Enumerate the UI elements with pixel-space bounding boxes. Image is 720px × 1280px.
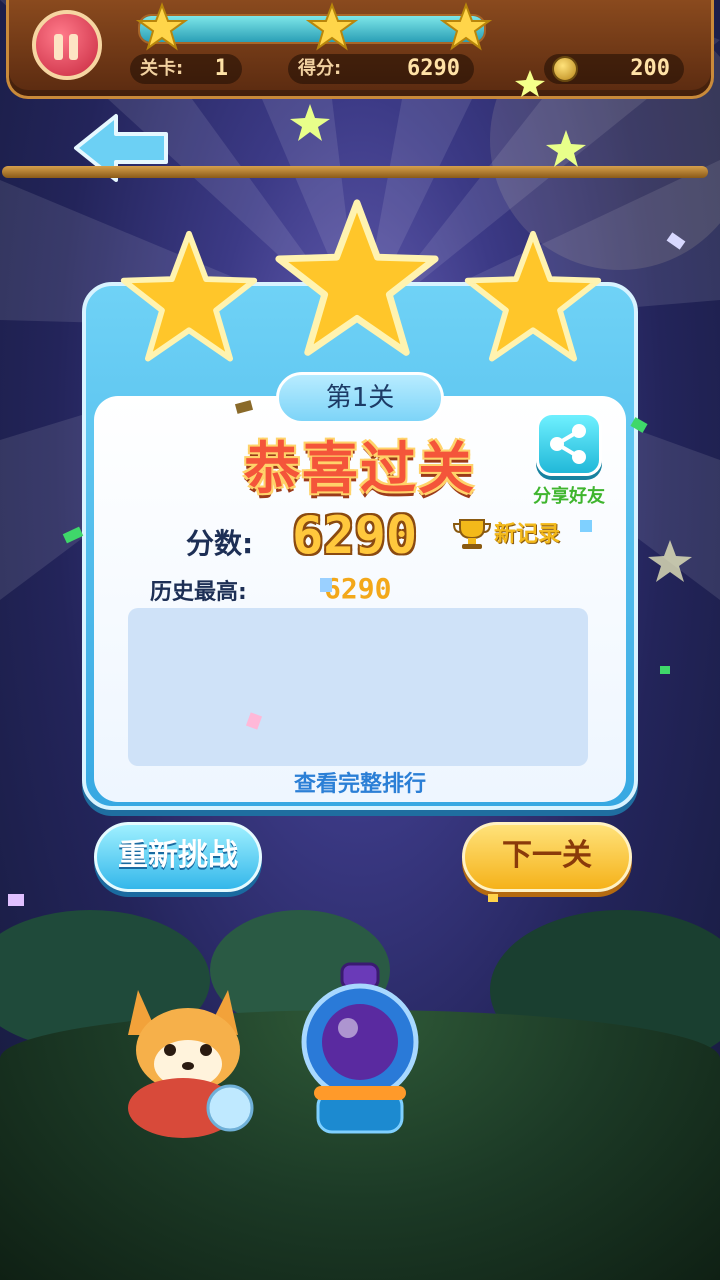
confetti-decoration (8, 70, 692, 906)
